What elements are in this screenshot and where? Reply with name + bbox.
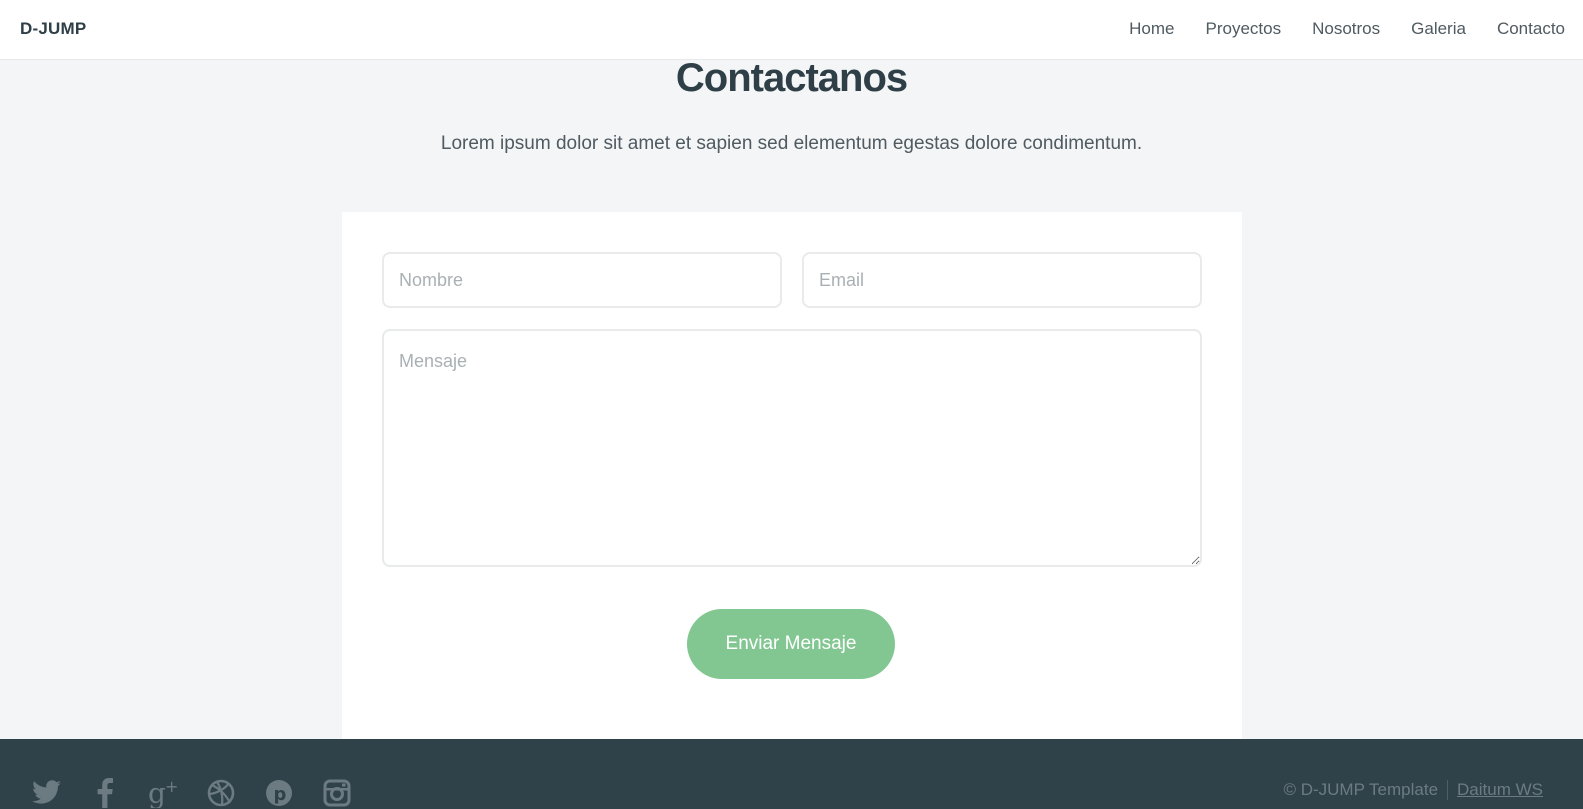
page-title: Contactanos: [675, 56, 908, 100]
google-plus-icon[interactable]: g +: [147, 777, 179, 809]
footer-divider: [1447, 780, 1449, 800]
send-message-button[interactable]: Enviar Mensaje: [687, 609, 895, 679]
svg-text:+: +: [165, 778, 178, 796]
pinterest-icon[interactable]: p: [263, 777, 295, 809]
email-input[interactable]: [802, 252, 1202, 308]
nav-link-galeria[interactable]: Galeria: [1411, 19, 1466, 39]
footer: g + p © D-JUMP Template Daitum WS: [0, 739, 1583, 809]
nav-link-home[interactable]: Home: [1129, 19, 1174, 39]
brand-logo[interactable]: D-JUMP: [20, 19, 86, 39]
svg-text:g: g: [148, 778, 166, 808]
main-nav: Home Proyectos Nosotros Galeria Contacto: [1129, 19, 1565, 39]
message-textarea[interactable]: [382, 329, 1202, 567]
dribbble-icon[interactable]: [205, 777, 237, 809]
contact-form: Enviar Mensaje: [342, 212, 1242, 739]
name-input[interactable]: [382, 252, 782, 308]
social-links: g + p: [31, 777, 353, 809]
copyright-area: © D-JUMP Template Daitum WS: [1283, 780, 1543, 800]
copyright-text: © D-JUMP Template: [1283, 780, 1439, 799]
nav-link-contacto[interactable]: Contacto: [1497, 19, 1565, 39]
instagram-icon[interactable]: [321, 777, 353, 809]
twitter-icon[interactable]: [31, 777, 63, 809]
svg-text:p: p: [274, 784, 287, 805]
nav-link-nosotros[interactable]: Nosotros: [1312, 19, 1380, 39]
facebook-icon[interactable]: [89, 777, 121, 809]
top-navbar: D-JUMP Home Proyectos Nosotros Galeria C…: [0, 0, 1583, 60]
page-subtitle: Lorem ipsum dolor sit amet et sapien sed…: [440, 133, 1143, 154]
credit-link[interactable]: Daitum WS: [1457, 780, 1543, 800]
nav-link-proyectos[interactable]: Proyectos: [1206, 19, 1282, 39]
